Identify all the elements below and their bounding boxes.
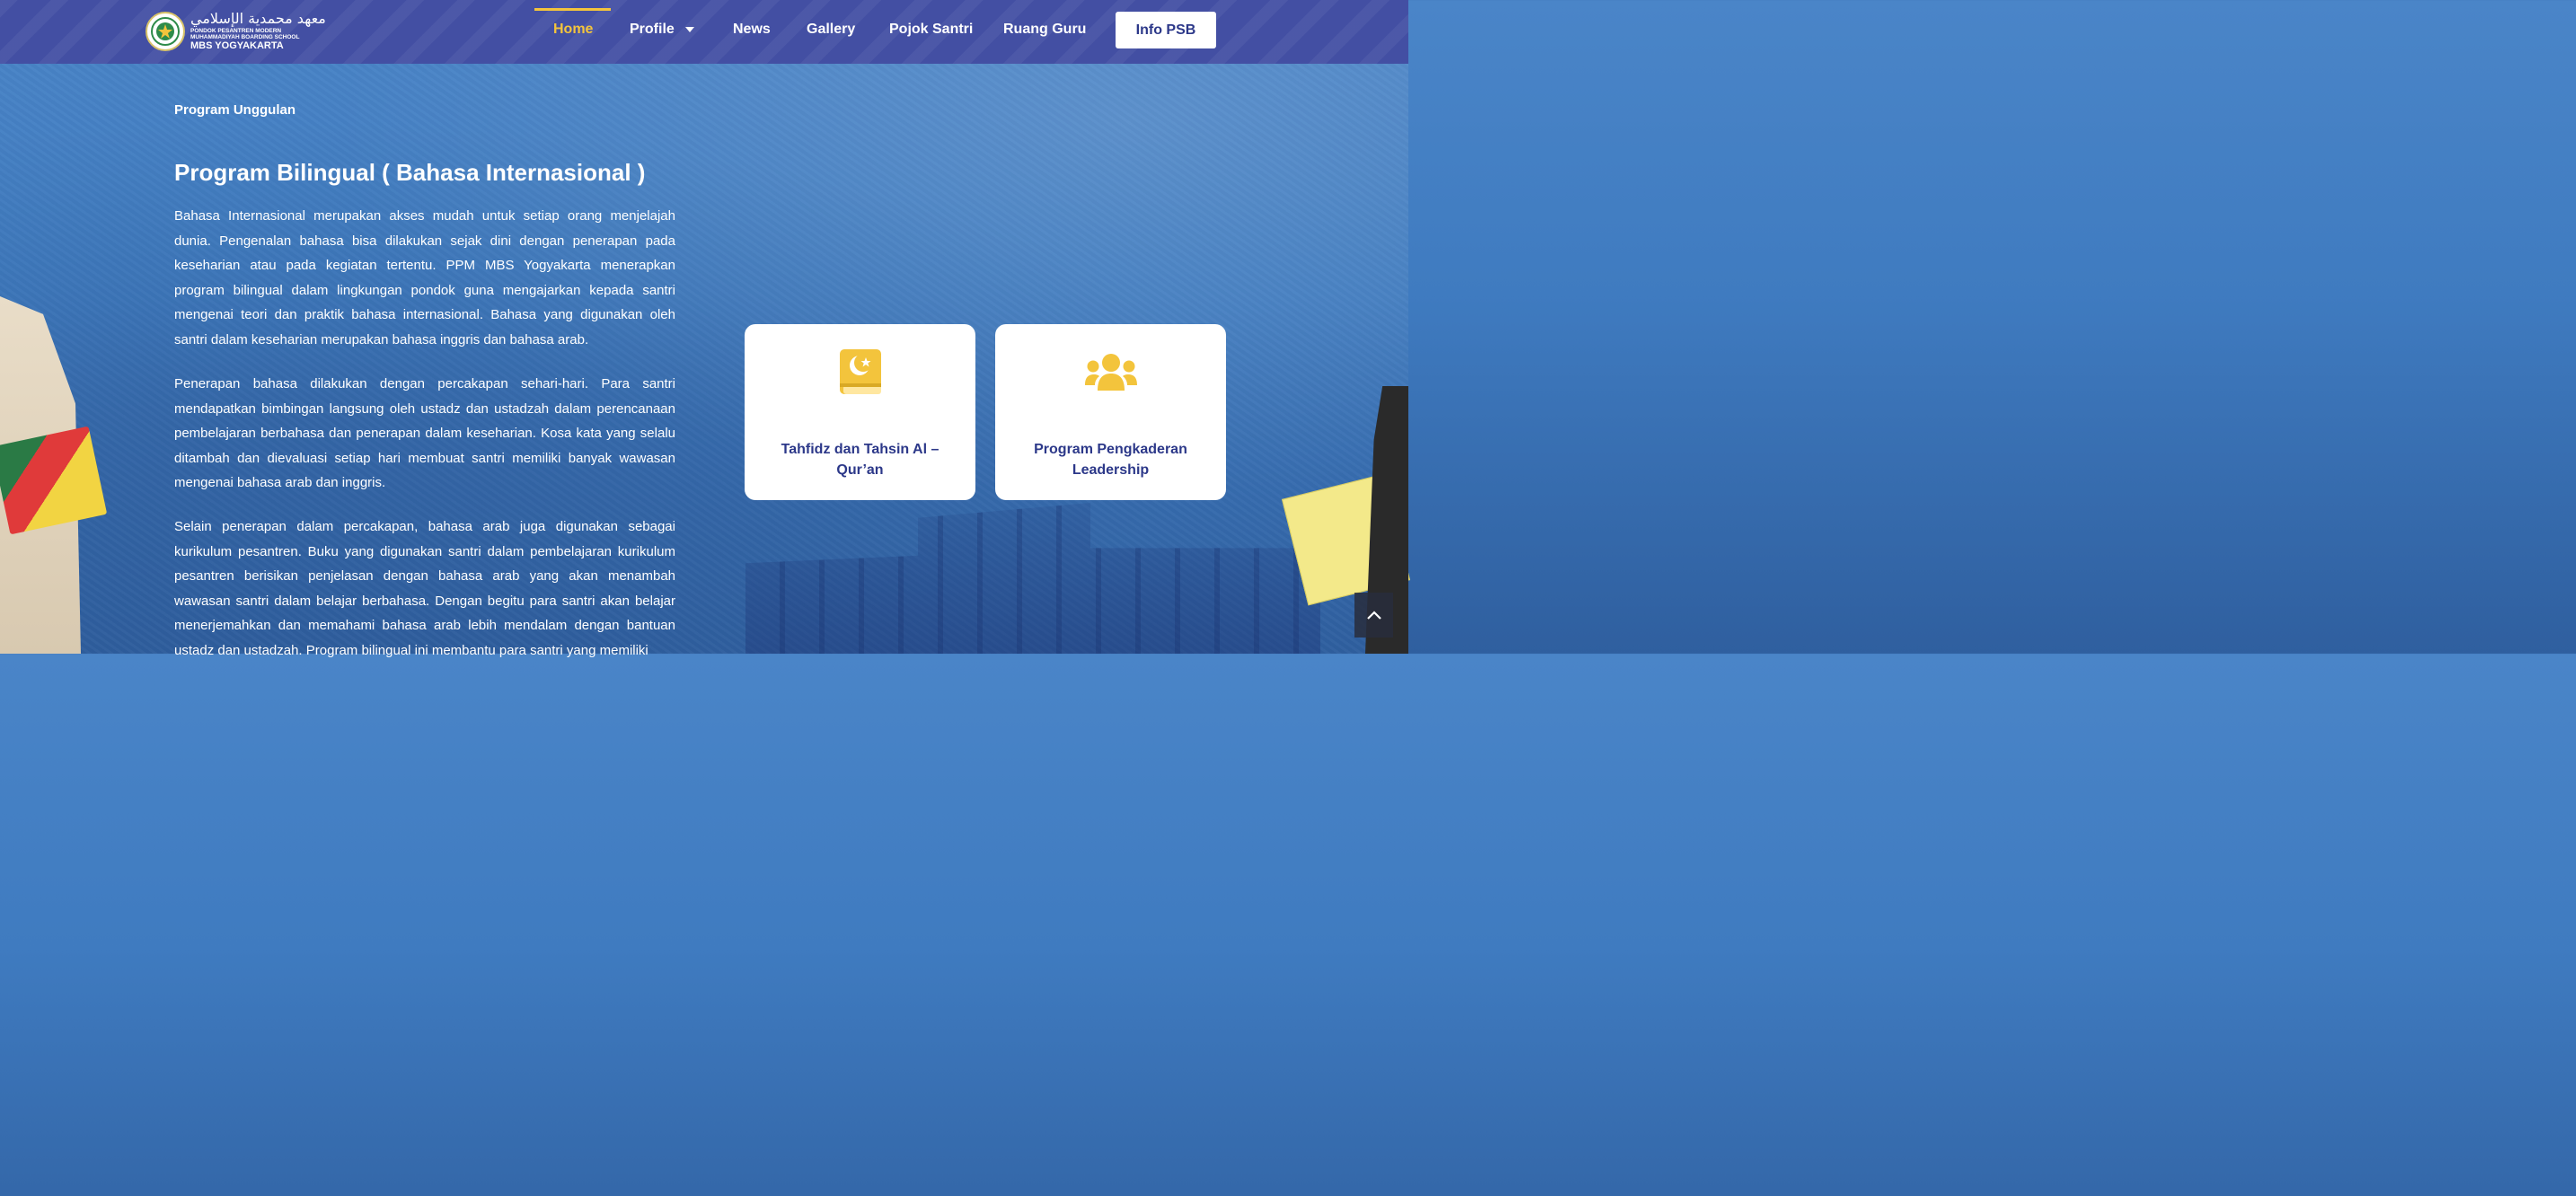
nav-item-gallery[interactable]: Gallery [807,22,855,38]
chevron-up-icon [1366,611,1381,620]
program-card-leadership[interactable]: Program Pengkaderan Leadership [995,324,1226,500]
nav-item-profile[interactable]: Profile [630,22,694,38]
paragraph-1: Bahasa Internasional merupakan akses mud… [174,208,675,347]
users-group-icon [1084,347,1137,398]
top-navbar: معهد محمدية الإسلامي PONDOK PESANTREN MO… [0,0,1408,64]
nav-active-indicator [534,8,611,11]
info-psb-button[interactable]: Info PSB [1116,12,1216,48]
page-title: Program Bilingual ( Bahasa Internasional… [174,159,646,186]
card-label-leadership: Program Pengkaderan Leadership [1034,442,1187,478]
nav-item-news[interactable]: News [733,22,771,38]
chevron-down-icon [684,26,694,32]
section-eyebrow: Program Unggulan [174,102,296,118]
nav-item-profile-label: Profile [630,22,675,37]
quran-book-icon [838,347,883,398]
logo-arabic-text: معهد محمدية الإسلامي [190,10,326,27]
paragraph-3: Selain penerapan dalam percakapan, bahas… [174,519,675,658]
nav-item-pojok-santri[interactable]: Pojok Santri [889,22,973,38]
nav-item-home[interactable]: Home [553,22,593,38]
paragraph-2: Penerapan bahasa dilakukan dengan percak… [174,376,675,490]
program-card-tahfidz[interactable]: Tahfidz dan Tahsin Al – Qur’an [745,324,975,500]
mbs-seal-icon [146,12,185,51]
card-label-tahfidz: Tahfidz dan Tahsin Al – Qur’an [781,442,940,478]
scroll-to-top-button[interactable] [1354,593,1393,638]
logo-main-text: MBS YOGYAKARTA [190,40,284,51]
site-logo[interactable]: معهد محمدية الإسلامي PONDOK PESANTREN MO… [146,10,326,53]
nav-item-ruang-guru[interactable]: Ruang Guru [1003,22,1086,38]
